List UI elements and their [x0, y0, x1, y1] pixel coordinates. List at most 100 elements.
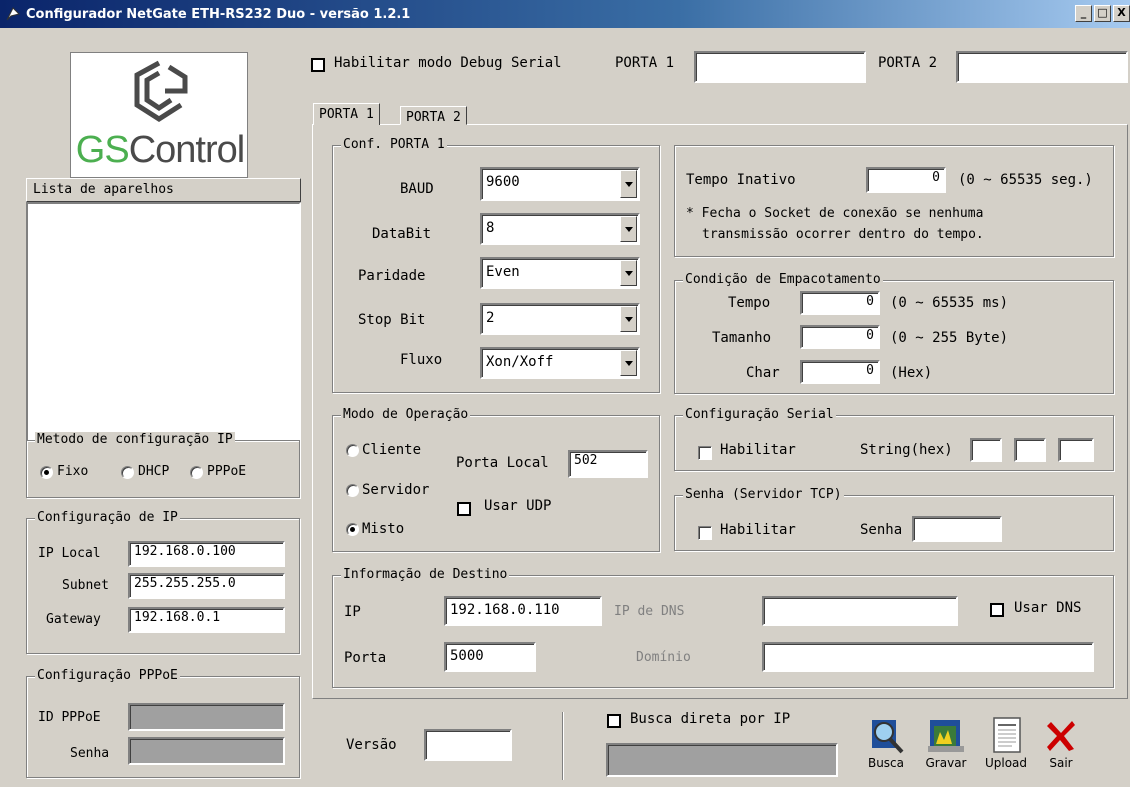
versao-label: Versão: [346, 737, 397, 753]
radio-servidor[interactable]: [346, 484, 359, 497]
device-list-title: Lista de aparelhos: [33, 182, 174, 197]
upload-document-icon: [993, 717, 1021, 753]
porta-local-input[interactable]: 502: [568, 450, 648, 478]
tcp-password-checkbox[interactable]: [698, 526, 712, 540]
maximize-button[interactable]: □: [1094, 5, 1111, 22]
dest-ip-input[interactable]: 192.168.0.110: [444, 596, 602, 626]
packing-tempo-label: Tempo: [728, 295, 771, 311]
gravar-button[interactable]: Gravar: [921, 716, 971, 770]
databit-label: DataBit: [372, 226, 432, 242]
magnifier-icon: [872, 720, 904, 754]
packing-tamanho-input[interactable]: 0: [800, 325, 880, 349]
dest-ip-label: IP: [344, 604, 361, 620]
tab-porta-2[interactable]: PORTA 2: [400, 106, 467, 125]
serial-hex-2[interactable]: [1014, 438, 1046, 462]
radio-fixo-label: Fixo: [57, 464, 89, 479]
upload-label: Upload: [984, 756, 1028, 770]
busca-ip-input[interactable]: [606, 743, 838, 777]
dns-input[interactable]: [762, 596, 958, 626]
paridade-value: Even: [486, 264, 520, 280]
udp-checkbox[interactable]: [457, 502, 471, 516]
inactive-label: Tempo Inativo: [686, 172, 796, 188]
footer-divider: [562, 712, 564, 780]
window-title: Configurador NetGate ETH-RS232 Duo - ver…: [26, 6, 411, 22]
fluxo-select[interactable]: Xon/Xoff: [480, 347, 640, 379]
fluxo-chevron-down-icon[interactable]: [620, 350, 637, 376]
serial-enable-checkbox[interactable]: [698, 446, 712, 460]
upload-button[interactable]: Upload: [981, 716, 1031, 770]
fluxo-label: Fluxo: [400, 352, 443, 368]
device-list[interactable]: [26, 202, 301, 442]
op-mode-legend: Modo de Operação: [341, 407, 471, 423]
debug-porta2-input[interactable]: [956, 51, 1128, 83]
pppoe-id-input[interactable]: [128, 703, 285, 731]
close-button[interactable]: X: [1113, 5, 1130, 22]
inactive-note-2: transmissão ocorrer dentro do tempo.: [702, 227, 984, 242]
packing-tamanho-range: (0 ~ 255 Byte): [890, 330, 1009, 346]
tcp-password-input[interactable]: [912, 516, 1002, 542]
destination-legend: Informação de Destino: [341, 567, 510, 583]
tab-porta-1[interactable]: PORTA 1: [313, 103, 380, 125]
serial-hex-3[interactable]: [1058, 438, 1094, 462]
stopbit-chevron-down-icon[interactable]: [620, 306, 637, 332]
paridade-chevron-down-icon[interactable]: [620, 260, 637, 286]
radio-fixo[interactable]: [40, 466, 53, 479]
baud-chevron-down-icon[interactable]: [620, 170, 637, 198]
ip-local-input[interactable]: 192.168.0.100: [128, 541, 285, 567]
tcp-password-senha-label: Senha: [860, 522, 903, 538]
serial-hex-1[interactable]: [970, 438, 1002, 462]
serial-enable-label: Habilitar: [720, 442, 796, 458]
pppoe-id-label: ID PPPoE: [38, 710, 101, 725]
inactive-note-1: * Fecha o Socket de conexão se nenhuma: [686, 206, 984, 221]
sair-button[interactable]: Sair: [1036, 716, 1086, 770]
databit-select[interactable]: 8: [480, 213, 640, 245]
porta-local-label: Porta Local: [456, 455, 549, 471]
databit-chevron-down-icon[interactable]: [620, 216, 637, 242]
versao-input: [424, 729, 512, 761]
logo-text-gs: GS: [75, 129, 130, 171]
logo-text-control: Control: [128, 129, 245, 171]
packing-char-label: Char: [746, 365, 780, 381]
debug-label: Habilitar modo Debug Serial: [334, 55, 562, 71]
pppoe-legend: Configuração PPPoE: [35, 668, 180, 684]
baud-select[interactable]: 9600: [480, 167, 640, 201]
radio-misto-label: Misto: [362, 521, 405, 537]
dominio-input[interactable]: [762, 642, 1094, 672]
tcp-password-legend: Senha (Servidor TCP): [683, 487, 844, 503]
baud-label: BAUD: [400, 181, 434, 197]
fluxo-value: Xon/Xoff: [486, 354, 554, 370]
baud-value: 9600: [486, 174, 520, 190]
logo-mark-icon: [134, 60, 188, 122]
stopbit-select[interactable]: 2: [480, 303, 640, 335]
radio-misto[interactable]: [346, 523, 359, 536]
debug-checkbox[interactable]: [311, 58, 325, 72]
inactive-input[interactable]: 0: [866, 167, 946, 193]
debug-porta1-input[interactable]: [694, 51, 866, 83]
packing-tempo-range: (0 ~ 65535 ms): [890, 295, 1009, 311]
packing-tempo-input[interactable]: 0: [800, 291, 880, 315]
dest-porta-input[interactable]: 5000: [444, 642, 536, 672]
tcp-password-enable-label: Habilitar: [720, 522, 796, 538]
radio-pppoe-label: PPPoE: [207, 464, 247, 479]
use-dns-checkbox[interactable]: [990, 603, 1004, 617]
packing-char-input[interactable]: 0: [800, 360, 880, 384]
sair-label: Sair: [1049, 756, 1073, 770]
gateway-input[interactable]: 192.168.0.1: [128, 607, 285, 633]
busca-direta-checkbox[interactable]: [607, 714, 621, 728]
paridade-select[interactable]: Even: [480, 257, 640, 289]
subnet-input[interactable]: 255.255.255.0: [128, 573, 285, 599]
pppoe-senha-input[interactable]: [128, 737, 285, 765]
udp-label: Usar UDP: [484, 498, 552, 514]
logo-text: GSControl: [73, 127, 247, 173]
radio-pppoe[interactable]: [190, 466, 203, 479]
debug-porta2-label: PORTA 2: [878, 55, 938, 71]
debug-porta1-label: PORTA 1: [615, 55, 675, 71]
radio-dhcp-label: DHCP: [138, 464, 170, 479]
minimize-button[interactable]: _: [1075, 5, 1092, 22]
radio-dhcp[interactable]: [121, 466, 134, 479]
packing-char-range: (Hex): [890, 365, 933, 381]
radio-cliente-label: Cliente: [362, 442, 422, 458]
busca-button[interactable]: Busca: [861, 716, 911, 770]
ip-local-label: IP Local: [38, 546, 101, 561]
radio-cliente[interactable]: [346, 444, 359, 457]
